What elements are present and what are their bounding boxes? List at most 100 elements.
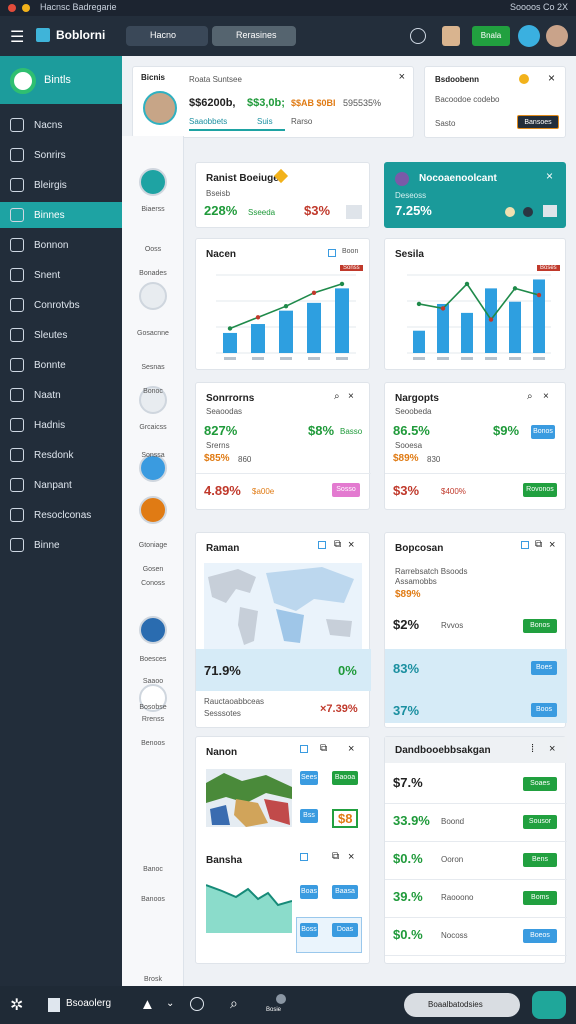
lower-left-b6[interactable]: Boss (300, 923, 318, 937)
close-icon[interactable]: × (548, 71, 555, 85)
close-icon[interactable]: × (549, 743, 555, 755)
copy-icon[interactable]: ⧉ (334, 539, 341, 550)
bar[interactable] (533, 279, 545, 353)
list-button-2[interactable]: Boes (531, 661, 557, 675)
line-point[interactable] (440, 306, 446, 311)
close-icon[interactable]: × (543, 391, 549, 402)
line-point[interactable] (255, 315, 261, 320)
list-button-1[interactable]: Bonos (523, 619, 557, 633)
tab-1[interactable]: Saaobbets (189, 117, 227, 126)
list-button-3[interactable]: Boos (531, 703, 557, 717)
sidebar-item-6[interactable]: Conrotvbs (0, 292, 122, 318)
triangle-icon[interactable]: ▲ (140, 996, 155, 1013)
info-icon[interactable] (521, 541, 529, 549)
tab-3[interactable]: Rarso (291, 117, 312, 126)
lower-left-b1[interactable]: Sees (300, 771, 318, 785)
rail-icon-0[interactable] (139, 168, 167, 196)
bar[interactable] (509, 301, 521, 353)
close-icon[interactable]: × (348, 743, 354, 755)
bar[interactable] (335, 288, 349, 353)
close-icon[interactable]: × (549, 539, 555, 551)
sidebar-item-12[interactable]: Nanpant (0, 472, 122, 498)
line-point[interactable] (488, 317, 494, 322)
line-point[interactable] (283, 304, 289, 309)
user-avatar-2[interactable] (546, 25, 568, 47)
settings-icon[interactable] (410, 28, 426, 44)
sidebar-item-8[interactable]: Bonnte (0, 352, 122, 378)
lr-button[interactable]: Boms (523, 891, 557, 905)
lower-left-b3[interactable]: Bss (300, 809, 318, 823)
sidebar-item-4[interactable]: Bonnon (0, 232, 122, 258)
fab-button[interactable] (532, 991, 566, 1019)
bar[interactable] (251, 324, 265, 353)
pause-icon[interactable]: ⁞ (531, 743, 534, 755)
expand-icon[interactable] (346, 205, 362, 219)
lr-button[interactable]: Soaes (523, 777, 557, 791)
line-point[interactable] (416, 301, 422, 307)
line-point[interactable] (227, 326, 233, 331)
sidebar-item-9[interactable]: Naatn (0, 382, 122, 408)
lr-button[interactable]: Sousor (523, 815, 557, 829)
search-icon[interactable]: ⌕ (334, 391, 340, 402)
minimize-dot-icon[interactable] (22, 4, 30, 12)
bar[interactable] (307, 302, 321, 353)
close-icon[interactable]: × (348, 539, 354, 551)
copy-icon[interactable]: ⧉ (320, 743, 327, 754)
stats-right-v1c[interactable]: Bonos (531, 425, 555, 439)
lr-button[interactable]: Boeos (523, 929, 557, 943)
line-point[interactable] (339, 281, 345, 287)
filter-dropdown[interactable]: Hacno (126, 26, 208, 46)
bar[interactable] (461, 312, 473, 353)
rail-icon-5[interactable] (139, 616, 167, 644)
circle-icon[interactable] (190, 997, 204, 1011)
line-point[interactable] (512, 286, 518, 291)
info-icon[interactable] (300, 745, 308, 753)
bar[interactable] (279, 310, 293, 353)
chevron-down-icon[interactable]: ⌄ (166, 998, 174, 1009)
lower-left-b7[interactable]: Doas (332, 923, 358, 937)
menu-icon[interactable]: ☰ (10, 27, 24, 47)
stats-right-button[interactable]: Rovonos (523, 483, 557, 497)
line-point[interactable] (464, 281, 470, 287)
line-point[interactable] (536, 292, 542, 298)
action-button[interactable]: Bnala (472, 26, 510, 46)
document-icon[interactable] (48, 998, 60, 1012)
info-icon[interactable] (300, 853, 308, 861)
sidebar-item-5[interactable]: Snent (0, 262, 122, 288)
lower-left-b4[interactable]: Boas (300, 885, 318, 899)
sidebar-item-1[interactable]: Sonrirs (0, 142, 122, 168)
info-icon[interactable] (328, 249, 336, 257)
copy-icon[interactable]: ⧉ (535, 539, 542, 550)
tab-2[interactable]: Suis (257, 117, 273, 126)
rail-icon-4[interactable] (139, 496, 167, 524)
bar[interactable] (223, 332, 237, 353)
lower-left-b2[interactable]: Baooa (332, 771, 358, 785)
lower-left-b5[interactable]: Baasa (332, 885, 358, 899)
sidebar-item-2[interactable]: Bleirgis (0, 172, 122, 198)
sidebar-item-0[interactable]: Nacns (0, 112, 122, 138)
sidebar-item-3[interactable]: Binnes (0, 202, 122, 228)
close-icon[interactable]: × (348, 391, 354, 402)
sidebar-item-7[interactable]: Sleutes (0, 322, 122, 348)
settings-icon[interactable]: ✲ (10, 995, 23, 1015)
sidebar-item-11[interactable]: Resdonk (0, 442, 122, 468)
record-icon[interactable] (276, 994, 286, 1004)
lr-button[interactable]: Bens (523, 853, 557, 867)
info-icon[interactable] (318, 541, 326, 549)
close-icon[interactable]: × (546, 169, 553, 183)
copy-icon[interactable]: ⧉ (332, 851, 339, 862)
close-dot-icon[interactable] (8, 4, 16, 12)
search-icon[interactable]: ⌕ (527, 391, 533, 402)
search-icon[interactable]: ⌕ (230, 995, 238, 1012)
sidebar-brand[interactable]: Bintls (0, 56, 122, 104)
close-icon[interactable]: × (348, 851, 354, 863)
sidebar-item-14[interactable]: Binne (0, 532, 122, 558)
search-field[interactable]: Rerasines (212, 26, 296, 46)
user-avatar[interactable] (518, 25, 540, 47)
image-icon[interactable] (543, 205, 557, 217)
close-icon[interactable]: × (399, 71, 405, 83)
line-point[interactable] (311, 290, 317, 296)
notice-button[interactable]: Bansoes (517, 115, 559, 129)
terrain-map[interactable] (206, 769, 292, 827)
bottom-search-pill[interactable]: Boaalbatodsies (404, 993, 520, 1017)
